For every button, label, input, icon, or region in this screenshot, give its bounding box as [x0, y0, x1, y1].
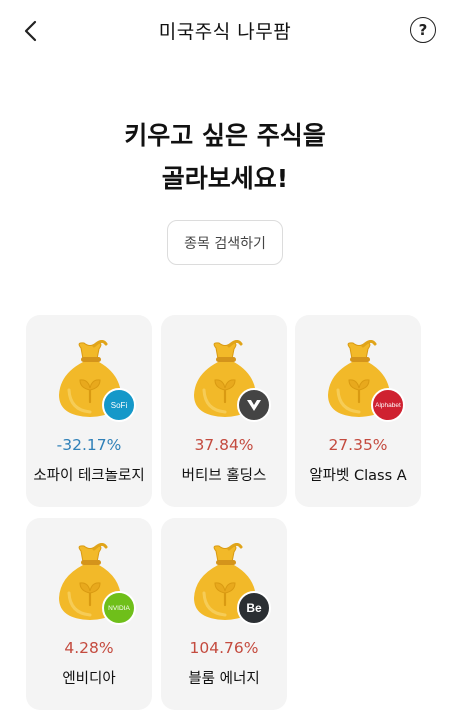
- stock-change: 4.28%: [64, 639, 114, 657]
- sofi-logo-icon: SoFi: [110, 400, 128, 410]
- stock-name: 엔비디아: [62, 671, 116, 687]
- stock-logo: [237, 388, 271, 422]
- question-mark-icon: ?: [418, 21, 428, 39]
- stock-card[interactable]: Be 104.76% 블룸 에너지: [161, 518, 287, 710]
- headline-line-1: 키우고 싶은 주식을: [124, 121, 326, 150]
- stock-name: 소파이 테크놀로지: [33, 468, 145, 484]
- stock-name: 블룸 에너지: [188, 671, 260, 687]
- stock-logo: SoFi: [102, 388, 136, 422]
- bloom-energy-logo-icon: Be: [246, 601, 262, 615]
- stock-logo: Alphabet: [371, 388, 405, 422]
- stock-card[interactable]: NVIDIA 4.28% 엔비디아: [26, 518, 152, 710]
- vertiv-logo-icon: [247, 400, 261, 411]
- stock-change: 27.35%: [328, 436, 388, 454]
- headline-line-2: 골라보세요!: [161, 164, 289, 193]
- stock-logo: Be: [237, 591, 271, 625]
- page-title: 미국주식 나무팜: [158, 21, 292, 43]
- stock-change: 104.76%: [189, 639, 259, 657]
- search-stock-button[interactable]: 종목 검색하기: [167, 220, 283, 265]
- alphabet-logo-icon: Alphabet: [375, 401, 401, 409]
- nvidia-logo-icon: NVIDIA: [108, 604, 130, 612]
- stock-logo: NVIDIA: [102, 591, 136, 625]
- help-button[interactable]: ?: [410, 17, 436, 43]
- stock-change: 37.84%: [194, 436, 254, 454]
- stock-change: -32.17%: [56, 436, 122, 454]
- headline: 키우고 싶은 주식을 골라보세요!: [0, 114, 450, 200]
- stock-name: 알파벳 Class A: [309, 468, 407, 484]
- stock-card[interactable]: Alphabet 27.35% 알파벳 Class A: [295, 315, 421, 507]
- stock-card[interactable]: SoFi -32.17% 소파이 테크놀로지: [26, 315, 152, 507]
- stock-name: 버티브 홀딩스: [181, 468, 267, 484]
- app-header: 미국주식 나무팜 ?: [0, 0, 450, 62]
- stock-card[interactable]: 37.84% 버티브 홀딩스: [161, 315, 287, 507]
